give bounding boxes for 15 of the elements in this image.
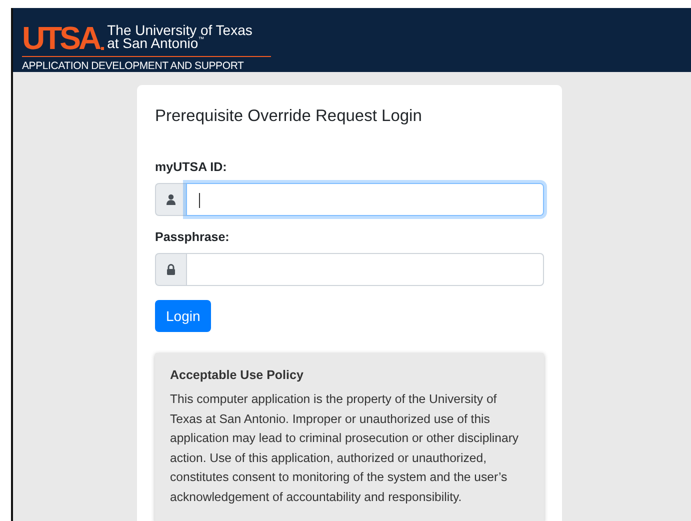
field-label: myUTSA ID: (155, 160, 228, 174)
user-icon (166, 194, 176, 205)
policy-text: This computer application is the property of the University of Texas at San Antonio. Improper or unauthorized use of this application may lead to criminal prosecution or other disciplinary action. Use of this application, authorized or unauthorized, constitutes consent to monitoring of the system and the user’s acknowledgement of accountability and responsibility. (170, 391, 520, 506)
logo-text: UTSA (22, 24, 100, 52)
university-name: The University of Texas (107, 24, 252, 37)
input-field[interactable] (186, 253, 544, 286)
field-label: Passphrase: (155, 230, 230, 244)
input-field[interactable] (186, 183, 544, 216)
university-location: at San Antonio (107, 37, 198, 50)
login-button[interactable]: Login (155, 300, 212, 332)
trademark-sign: ™ (198, 37, 204, 45)
department-name: APPLICATION DEVELOPMENT AND SUPPORT (22, 60, 245, 72)
lock-icon (166, 264, 176, 275)
login-title: Prerequisite Override Request Login (155, 107, 423, 126)
policy-title: Acceptable Use Policy (170, 368, 304, 382)
